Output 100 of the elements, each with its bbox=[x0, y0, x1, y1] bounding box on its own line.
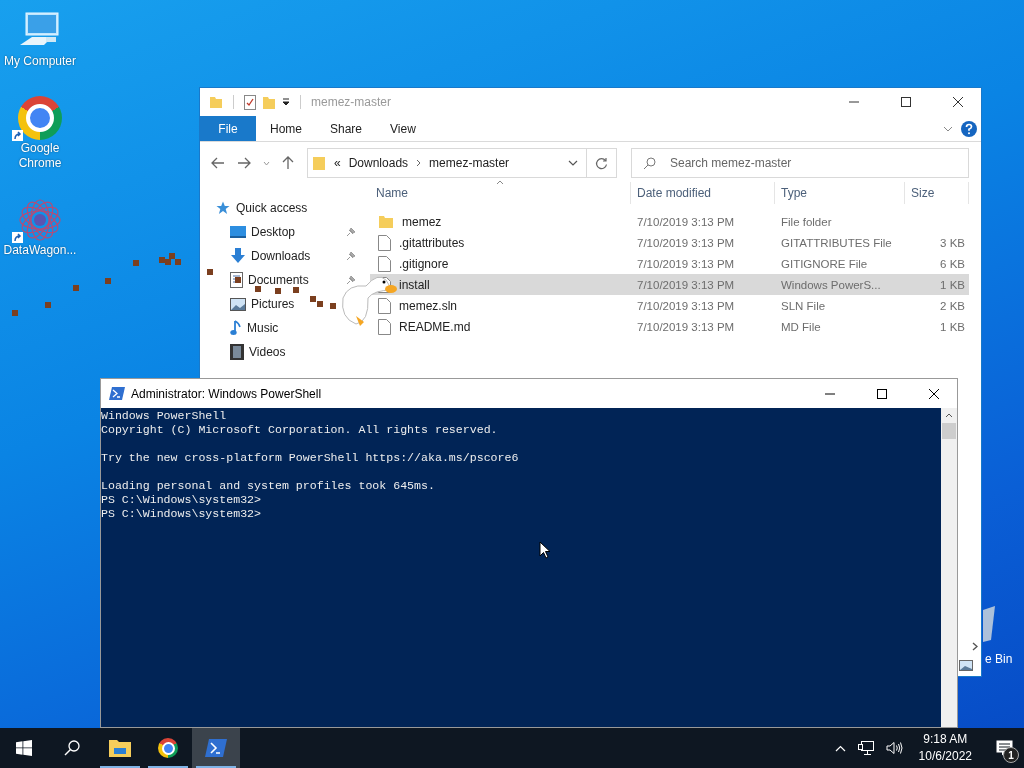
mud-footprint bbox=[330, 303, 336, 309]
size-cell-text: 6 KB bbox=[939, 257, 966, 270]
help-icon[interactable] bbox=[961, 120, 977, 137]
notification-button[interactable]: 1 bbox=[984, 728, 1024, 768]
folder-icon bbox=[312, 155, 326, 171]
properties-icon[interactable] bbox=[244, 94, 256, 110]
back-arrow-icon[interactable] bbox=[211, 157, 225, 169]
nav-item[interactable]: Pictures bbox=[216, 292, 299, 316]
music-note-icon bbox=[230, 320, 242, 336]
mud-footprint bbox=[293, 287, 299, 293]
nav-item[interactable]: Desktop bbox=[216, 220, 370, 244]
star-icon bbox=[216, 201, 230, 215]
search-icon bbox=[64, 740, 80, 756]
refresh-icon[interactable] bbox=[595, 156, 608, 170]
notification-count-badge: 1 bbox=[1003, 747, 1019, 763]
forward-arrow-icon[interactable] bbox=[237, 157, 251, 169]
nav-item[interactable]: Quick access bbox=[216, 196, 370, 220]
clock-time[interactable]: 9:18 AM bbox=[923, 731, 968, 748]
ribbon-tab[interactable]: View bbox=[376, 116, 430, 141]
powershell-icon bbox=[205, 739, 227, 757]
file-menu-button[interactable]: File bbox=[200, 116, 256, 141]
pin-icon[interactable] bbox=[346, 227, 356, 237]
chevron-down-icon[interactable] bbox=[943, 125, 953, 132]
type-cell-text: File folder bbox=[780, 215, 833, 228]
search-icon bbox=[643, 157, 656, 170]
maximize-icon bbox=[901, 97, 911, 107]
address-bar[interactable]: « Downloads memez-master bbox=[307, 148, 617, 178]
type-cell-text: GITATTRIBUTES File bbox=[780, 236, 893, 249]
close-icon bbox=[953, 97, 963, 107]
file-row[interactable]: README.md 7/10/2019 3:13 PM MD File 1 KB bbox=[370, 316, 969, 337]
mesh-logo-icon[interactable] bbox=[18, 198, 62, 242]
scroll-up-icon[interactable] bbox=[945, 413, 953, 418]
date-cell-text: 7/10/2019 3:13 PM bbox=[636, 236, 736, 249]
nav-item[interactable]: Videos bbox=[216, 340, 290, 364]
chevron-right-icon[interactable] bbox=[972, 642, 978, 651]
desktop-icon-label[interactable]: e Bin bbox=[985, 652, 1013, 666]
maximize-icon bbox=[877, 388, 887, 399]
file-row[interactable]: memez 7/10/2019 3:13 PM File folder bbox=[370, 211, 969, 232]
goose-drawing[interactable] bbox=[342, 276, 397, 326]
network-icon[interactable] bbox=[857, 740, 874, 756]
sort-caret-icon bbox=[496, 180, 504, 185]
file-name: .gitattributes bbox=[399, 235, 465, 250]
type-cell-text: MD File bbox=[780, 320, 822, 333]
search-field[interactable]: Search memez-master bbox=[631, 148, 969, 178]
console-line: Loading personal and system profiles took 645ms. bbox=[101, 479, 435, 493]
picture-icon bbox=[230, 297, 246, 311]
ribbon-tab[interactable]: Share bbox=[316, 116, 377, 141]
up-arrow-icon[interactable] bbox=[282, 156, 294, 170]
type-cell-text: Windows PowerS... bbox=[780, 278, 882, 291]
chevron-down-icon[interactable] bbox=[568, 160, 578, 166]
download-arrow-icon bbox=[230, 248, 246, 264]
mud-footprint bbox=[105, 278, 111, 284]
mud-footprint bbox=[235, 277, 241, 283]
file-icon bbox=[378, 255, 391, 272]
nav-item[interactable]: Music bbox=[216, 316, 283, 340]
breadcrumb[interactable]: Downloads bbox=[348, 156, 409, 170]
size-cell-text: 3 KB bbox=[939, 236, 966, 249]
scrollbar[interactable] bbox=[941, 408, 957, 727]
overflow-chevron[interactable]: « bbox=[334, 156, 341, 170]
ribbon-tab[interactable]: Home bbox=[256, 116, 316, 141]
chrome-icon[interactable] bbox=[18, 96, 62, 140]
speaker-icon[interactable] bbox=[885, 741, 903, 755]
pin-icon[interactable] bbox=[346, 275, 356, 285]
large-icons-view-icon[interactable] bbox=[959, 660, 973, 671]
scrollbar-thumb[interactable] bbox=[942, 423, 956, 439]
column-header[interactable]: Type bbox=[775, 182, 905, 204]
windows-logo-icon bbox=[16, 740, 32, 756]
mud-footprint bbox=[12, 310, 18, 316]
pin-icon[interactable] bbox=[346, 251, 356, 261]
chevron-right-icon bbox=[416, 159, 422, 167]
date-cell-text: 7/10/2019 3:13 PM bbox=[636, 320, 736, 333]
nav-item[interactable]: Downloads bbox=[216, 244, 370, 268]
file-name: .gitignore bbox=[399, 256, 449, 271]
date-cell-text: 7/10/2019 3:13 PM bbox=[636, 215, 736, 228]
mud-footprint bbox=[45, 302, 51, 308]
folder-icon bbox=[378, 214, 394, 229]
chrome-icon bbox=[158, 738, 178, 758]
type-cell-text: SLN File bbox=[780, 299, 827, 312]
chevron-up-icon[interactable] bbox=[834, 744, 846, 752]
file-icon bbox=[378, 297, 391, 314]
breadcrumb[interactable]: memez-master bbox=[429, 156, 510, 170]
console-line: PS C:\Windows\system32> bbox=[101, 493, 262, 507]
file-name: memez bbox=[402, 214, 442, 229]
console-line: Copyright (C) Microsoft Corporation. All rights reserved. bbox=[101, 423, 498, 437]
column-header[interactable]: Date modified bbox=[631, 182, 775, 204]
file-row[interactable]: memez.sln 7/10/2019 3:13 PM SLN File 2 KB bbox=[370, 295, 969, 316]
mud-footprint bbox=[73, 285, 79, 291]
caret-icon[interactable] bbox=[282, 98, 290, 106]
file-row[interactable]: install 7/10/2019 3:13 PM Windows PowerS... 1 KB bbox=[370, 274, 969, 295]
file-row[interactable]: .gitattributes 7/10/2019 3:13 PM GITATTRIBUTES File 3 KB bbox=[370, 232, 969, 253]
column-header[interactable]: Size bbox=[905, 182, 969, 204]
desktop-icon bbox=[230, 225, 246, 239]
file-row[interactable]: .gitignore 7/10/2019 3:13 PM GITIGNORE File 6 KB bbox=[370, 253, 969, 274]
file-icon bbox=[378, 318, 391, 335]
clock-date[interactable]: 10/6/2022 bbox=[918, 748, 972, 765]
size-cell-text: 1 KB bbox=[939, 278, 966, 291]
size-cell-text: 1 KB bbox=[939, 320, 966, 333]
column-header[interactable]: Name bbox=[370, 182, 631, 204]
file-name: README.md bbox=[399, 319, 471, 334]
mud-footprint bbox=[207, 269, 213, 275]
